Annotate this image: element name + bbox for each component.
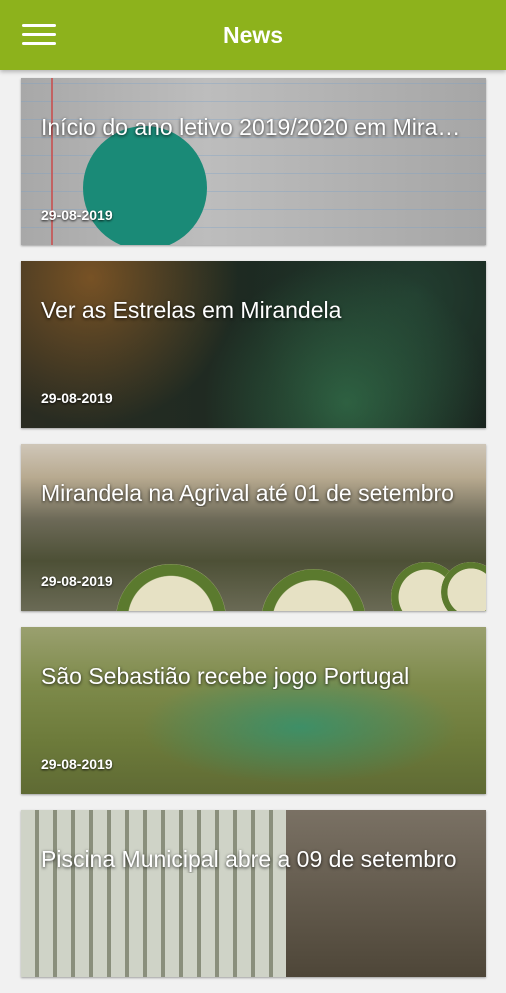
news-title: Piscina Municipal abre a 09 de setembro xyxy=(41,846,457,872)
news-title: Início do ano letivo 2019/2020 em Mirand… xyxy=(41,114,461,140)
decoration xyxy=(261,569,366,611)
news-date: 29-08-2019 xyxy=(41,207,113,223)
news-card[interactable]: Piscina Municipal abre a 09 de setembro xyxy=(21,810,486,977)
news-date: 29-08-2019 xyxy=(41,390,113,406)
news-title: Mirandela na Agrival até 01 de setembro xyxy=(41,480,454,506)
news-date: 29-08-2019 xyxy=(41,573,113,589)
news-image xyxy=(21,810,486,977)
decoration xyxy=(116,564,226,611)
news-card[interactable]: Início do ano letivo 2019/2020 em Mirand… xyxy=(21,78,486,245)
news-title: São Sebastião recebe jogo Portugal xyxy=(41,663,410,689)
news-feed: Início do ano letivo 2019/2020 em Mirand… xyxy=(21,78,486,993)
news-card[interactable]: São Sebastião recebe jogo Portugal 29-08… xyxy=(21,627,486,794)
decoration xyxy=(83,126,207,245)
app-bar: News xyxy=(0,0,506,70)
decoration xyxy=(286,810,486,977)
news-title: Ver as Estrelas em Mirandela xyxy=(41,297,342,323)
news-card[interactable]: Mirandela na Agrival até 01 de setembro … xyxy=(21,444,486,611)
news-date: 29-08-2019 xyxy=(41,756,113,772)
page-title: News xyxy=(222,22,284,48)
news-card[interactable]: Ver as Estrelas em Mirandela 29-08-2019 xyxy=(21,261,486,428)
